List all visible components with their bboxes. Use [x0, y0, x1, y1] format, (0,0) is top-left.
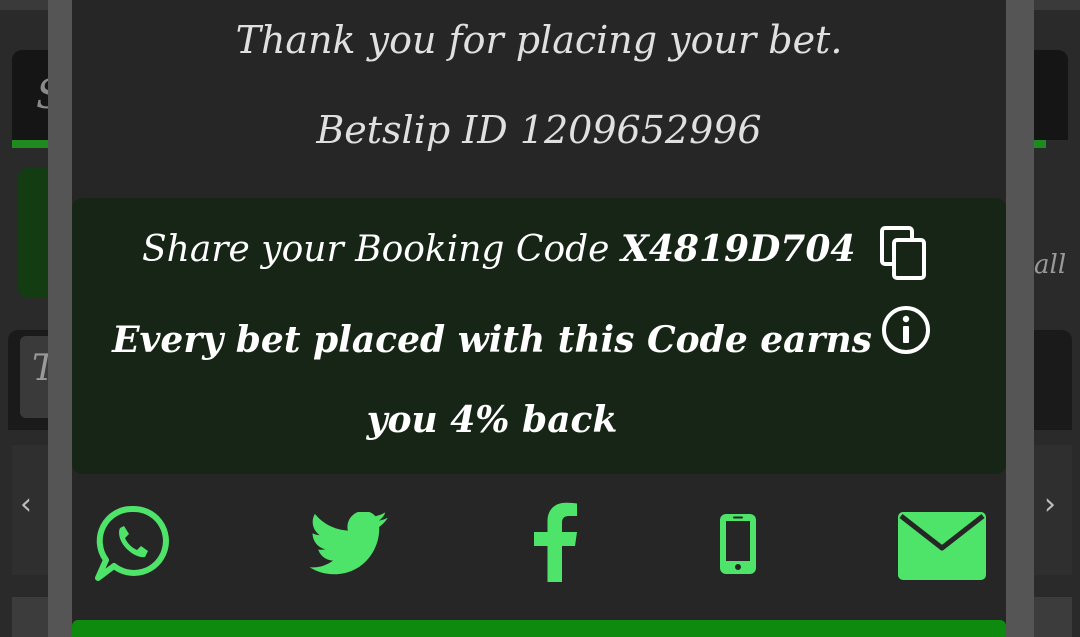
background-card [1032, 50, 1068, 140]
booking-code-line: Share your Booking Code X4819D704 [142, 228, 855, 270]
chevron-right-icon[interactable]: › [1044, 490, 1056, 520]
background-card [1032, 597, 1072, 637]
mobile-phone-icon[interactable] [718, 512, 758, 580]
background-green-bar [1032, 140, 1046, 148]
betslip-id: Betslip ID 1209652996 [316, 108, 762, 152]
thank-you-message: Thank you for placing your bet. [235, 18, 843, 62]
email-icon[interactable] [898, 512, 986, 584]
copy-icon[interactable] [878, 224, 932, 282]
booking-code-value[interactable]: X4819D704 [621, 228, 856, 270]
bet-confirmation-modal: Thank you for placing your bet. Betslip … [72, 0, 1006, 637]
chevron-left-icon[interactable]: ‹ [20, 490, 32, 520]
booking-code-label: Share your Booking Code [142, 229, 610, 270]
confirm-button-edge[interactable] [72, 620, 1006, 637]
booking-code-earn-text: Every bet placed with this Code earns yo… [112, 319, 872, 441]
whatsapp-icon[interactable] [94, 504, 172, 586]
background-card [1032, 330, 1072, 430]
facebook-icon[interactable] [530, 500, 580, 586]
booking-code-panel: Share your Booking Code X4819D704 Every … [72, 198, 1006, 474]
background-text: all [1034, 250, 1067, 280]
share-buttons-row [72, 498, 1006, 588]
info-icon[interactable] [880, 304, 932, 356]
twitter-icon[interactable] [309, 510, 390, 580]
